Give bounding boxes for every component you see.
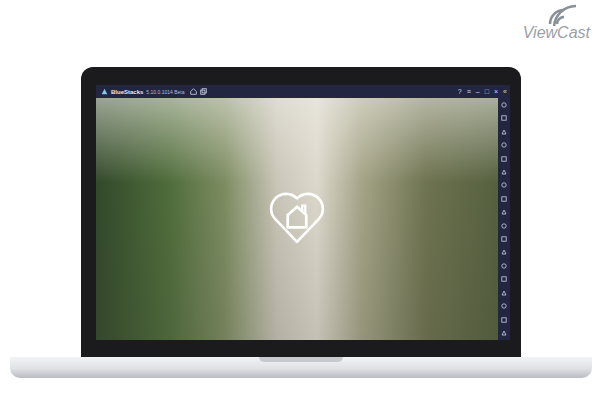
toolbar-tool-icon[interactable] bbox=[501, 249, 507, 255]
window-control[interactable]: « bbox=[503, 87, 507, 96]
laptop-notch bbox=[259, 357, 343, 362]
heart-house-icon bbox=[265, 185, 329, 247]
window-version: 5.10.0.1014 Beta bbox=[146, 89, 184, 95]
toolbar-tool-icon[interactable] bbox=[501, 129, 507, 135]
home-icon[interactable] bbox=[190, 88, 197, 95]
window-title: BlueStacks bbox=[111, 89, 143, 95]
toolbar-tool-icon[interactable] bbox=[501, 276, 507, 282]
toolbar-tool-icon[interactable] bbox=[501, 223, 507, 229]
toolbar-tool-icon[interactable] bbox=[501, 303, 507, 309]
background-photo bbox=[96, 98, 498, 340]
window-control[interactable]: – bbox=[476, 87, 480, 96]
toolbar-tool-icon[interactable] bbox=[501, 317, 507, 323]
toolbar-tool-icon[interactable] bbox=[501, 182, 507, 188]
toolbar-tool-icon[interactable] bbox=[501, 169, 507, 175]
toolbar-tool-icon[interactable] bbox=[501, 236, 507, 242]
laptop-lid: BlueStacks 5.10.0.1014 Beta ? ≡–□ × « bbox=[81, 67, 521, 357]
viewcast-logo: ViewCast bbox=[523, 4, 590, 42]
window-control[interactable]: ≡ bbox=[467, 87, 471, 96]
side-toolbar bbox=[498, 98, 510, 340]
laptop-base bbox=[10, 357, 592, 378]
toolbar-tool-icon[interactable] bbox=[501, 196, 507, 202]
signal-icon bbox=[544, 4, 588, 26]
page: ViewCast BlueStacks 5.10.0.1014 Beta ? ≡–… bbox=[0, 0, 602, 414]
multi-instance-icon[interactable] bbox=[200, 88, 207, 95]
toolbar-tool-icon[interactable] bbox=[501, 209, 507, 215]
title-bar: BlueStacks 5.10.0.1014 Beta ? ≡–□ × « bbox=[96, 85, 510, 98]
bluestacks-logo-icon bbox=[101, 88, 108, 95]
toolbar-tool-icon[interactable] bbox=[501, 142, 507, 148]
toolbar-tool-icon[interactable] bbox=[501, 115, 507, 121]
toolbar-tool-icon[interactable] bbox=[501, 263, 507, 269]
window-control[interactable]: ? bbox=[458, 87, 462, 96]
app-window: BlueStacks 5.10.0.1014 Beta ? ≡–□ × « bbox=[96, 85, 510, 340]
laptop: BlueStacks 5.10.0.1014 Beta ? ≡–□ × « bbox=[0, 0, 602, 378]
window-control[interactable]: × bbox=[494, 87, 498, 96]
toolbar-tool-icon[interactable] bbox=[501, 102, 507, 108]
toolbar-tool-icon[interactable] bbox=[501, 330, 507, 336]
window-control[interactable]: □ bbox=[485, 87, 489, 96]
toolbar-tool-icon[interactable] bbox=[501, 290, 507, 296]
toolbar-tool-icon[interactable] bbox=[501, 156, 507, 162]
logo-text: ViewCast bbox=[523, 24, 590, 42]
